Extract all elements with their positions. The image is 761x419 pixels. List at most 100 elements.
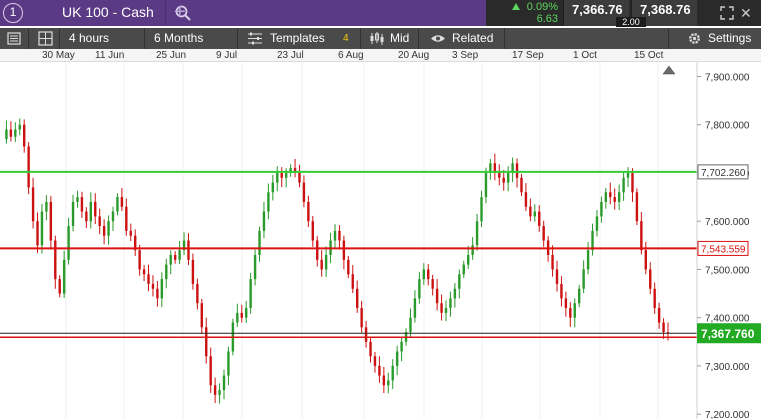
candle-body bbox=[582, 269, 585, 289]
candle-body bbox=[395, 351, 399, 366]
candle-body bbox=[178, 250, 181, 260]
candle-body bbox=[609, 192, 612, 198]
candle-body bbox=[62, 259, 66, 294]
candle-body bbox=[475, 221, 479, 246]
candle-body bbox=[413, 298, 417, 318]
candle-body bbox=[560, 283, 563, 299]
candle-body bbox=[480, 197, 483, 222]
candle-body bbox=[653, 288, 656, 309]
candle-body bbox=[324, 254, 328, 270]
date-tick: 23 Jul bbox=[277, 50, 304, 61]
menu-button[interactable] bbox=[0, 28, 29, 49]
scroll-end-icon[interactable] bbox=[662, 65, 676, 75]
candle-body bbox=[160, 279, 164, 299]
candle-body bbox=[644, 250, 647, 270]
candle-body bbox=[253, 254, 257, 280]
candle-body bbox=[409, 317, 412, 333]
candle-body bbox=[462, 264, 465, 275]
date-axis: 30 May 11 Jun 25 Jun 9 Jul 23 Jul 6 Aug … bbox=[0, 49, 761, 62]
y-tick-label: 7,500.000 bbox=[705, 265, 750, 276]
spread-badge: 2.00 bbox=[616, 17, 646, 27]
candle-body bbox=[218, 390, 221, 395]
templates-button[interactable]: Templates 4 bbox=[239, 28, 361, 49]
candle-body bbox=[551, 254, 554, 270]
date-tick: 25 Jun bbox=[156, 50, 187, 61]
candle-body bbox=[600, 201, 603, 217]
y-tick-label: 7,400.000 bbox=[705, 314, 750, 325]
y-tick-label: 7,300.000 bbox=[705, 362, 750, 373]
close-icon[interactable]: ✕ bbox=[740, 5, 752, 22]
candle-body bbox=[498, 172, 501, 178]
price-type-button[interactable]: Mid bbox=[362, 28, 419, 49]
candle-body bbox=[360, 308, 363, 328]
up-arrow-icon bbox=[512, 3, 520, 10]
candle-body bbox=[635, 192, 639, 222]
instrument-tab[interactable]: UK 100 - Cash bbox=[30, 0, 191, 26]
candle-body bbox=[422, 269, 425, 280]
candle-body bbox=[515, 163, 519, 178]
layout-grid-icon bbox=[38, 31, 53, 46]
candle-body bbox=[320, 259, 323, 270]
candle-body bbox=[444, 308, 448, 313]
date-tick: 30 May bbox=[42, 50, 75, 61]
candles-icon bbox=[370, 32, 384, 45]
candle-body bbox=[116, 197, 119, 212]
candle-body bbox=[449, 298, 452, 309]
candle-body bbox=[471, 245, 474, 255]
candle-body bbox=[165, 264, 168, 280]
candle-body bbox=[222, 375, 226, 391]
candle-body bbox=[54, 240, 57, 280]
info-icon[interactable]: 1 bbox=[3, 3, 23, 23]
candle-body bbox=[262, 211, 266, 231]
eye-icon bbox=[431, 35, 445, 42]
candle-body bbox=[27, 146, 30, 188]
candle-body bbox=[351, 274, 354, 289]
line-price-label: 7,543.559 bbox=[701, 244, 746, 255]
candle-body bbox=[111, 211, 115, 222]
candle-body bbox=[94, 201, 97, 217]
candle-body bbox=[191, 259, 195, 284]
candle-body bbox=[284, 172, 288, 178]
candle-body bbox=[169, 254, 172, 265]
candle-body bbox=[276, 172, 279, 183]
candle-body bbox=[5, 129, 8, 140]
candle-body bbox=[23, 124, 26, 147]
y-tick-label: 7,200.000 bbox=[705, 410, 750, 419]
candle-body bbox=[85, 211, 88, 222]
date-tick: 20 Aug bbox=[398, 50, 430, 61]
candle-body bbox=[76, 197, 79, 202]
templates-count-badge: 4 bbox=[343, 33, 349, 44]
candle-body bbox=[338, 230, 341, 241]
price-type-label: Mid bbox=[390, 31, 410, 45]
expand-icon[interactable] bbox=[720, 6, 734, 20]
range-selector[interactable]: 6 Months bbox=[146, 28, 238, 49]
candle-body bbox=[187, 240, 190, 260]
candle-body bbox=[640, 221, 643, 251]
candle-body bbox=[258, 230, 261, 255]
candle-body bbox=[400, 341, 403, 352]
candle-body bbox=[626, 172, 630, 178]
plus-icon[interactable]: + bbox=[174, 1, 186, 24]
candle-body bbox=[200, 303, 203, 328]
interval-selector[interactable]: 4 hours bbox=[61, 28, 145, 49]
candle-body bbox=[378, 365, 381, 376]
candle-body bbox=[58, 279, 61, 294]
candle-body bbox=[591, 230, 594, 251]
candle-body bbox=[657, 308, 661, 323]
candle-body bbox=[520, 177, 523, 193]
candle-body bbox=[617, 192, 621, 202]
layout-button[interactable] bbox=[30, 28, 60, 49]
settings-button[interactable]: Settings bbox=[668, 28, 761, 49]
candle-body bbox=[307, 201, 310, 222]
price-chart[interactable]: 7,900.0007,800.0007,700.0007,600.0007,50… bbox=[0, 62, 761, 419]
candle-body bbox=[151, 283, 155, 289]
candle-body bbox=[604, 192, 608, 202]
candle-body bbox=[555, 269, 559, 284]
candle-body bbox=[573, 303, 576, 318]
candle-body bbox=[249, 279, 252, 309]
candle-body bbox=[613, 197, 616, 202]
candle-body bbox=[138, 250, 141, 270]
candle-body bbox=[333, 230, 337, 241]
related-button[interactable]: Related bbox=[420, 28, 505, 49]
chart-canvas[interactable]: 7,900.0007,800.0007,700.0007,600.0007,50… bbox=[0, 62, 761, 419]
